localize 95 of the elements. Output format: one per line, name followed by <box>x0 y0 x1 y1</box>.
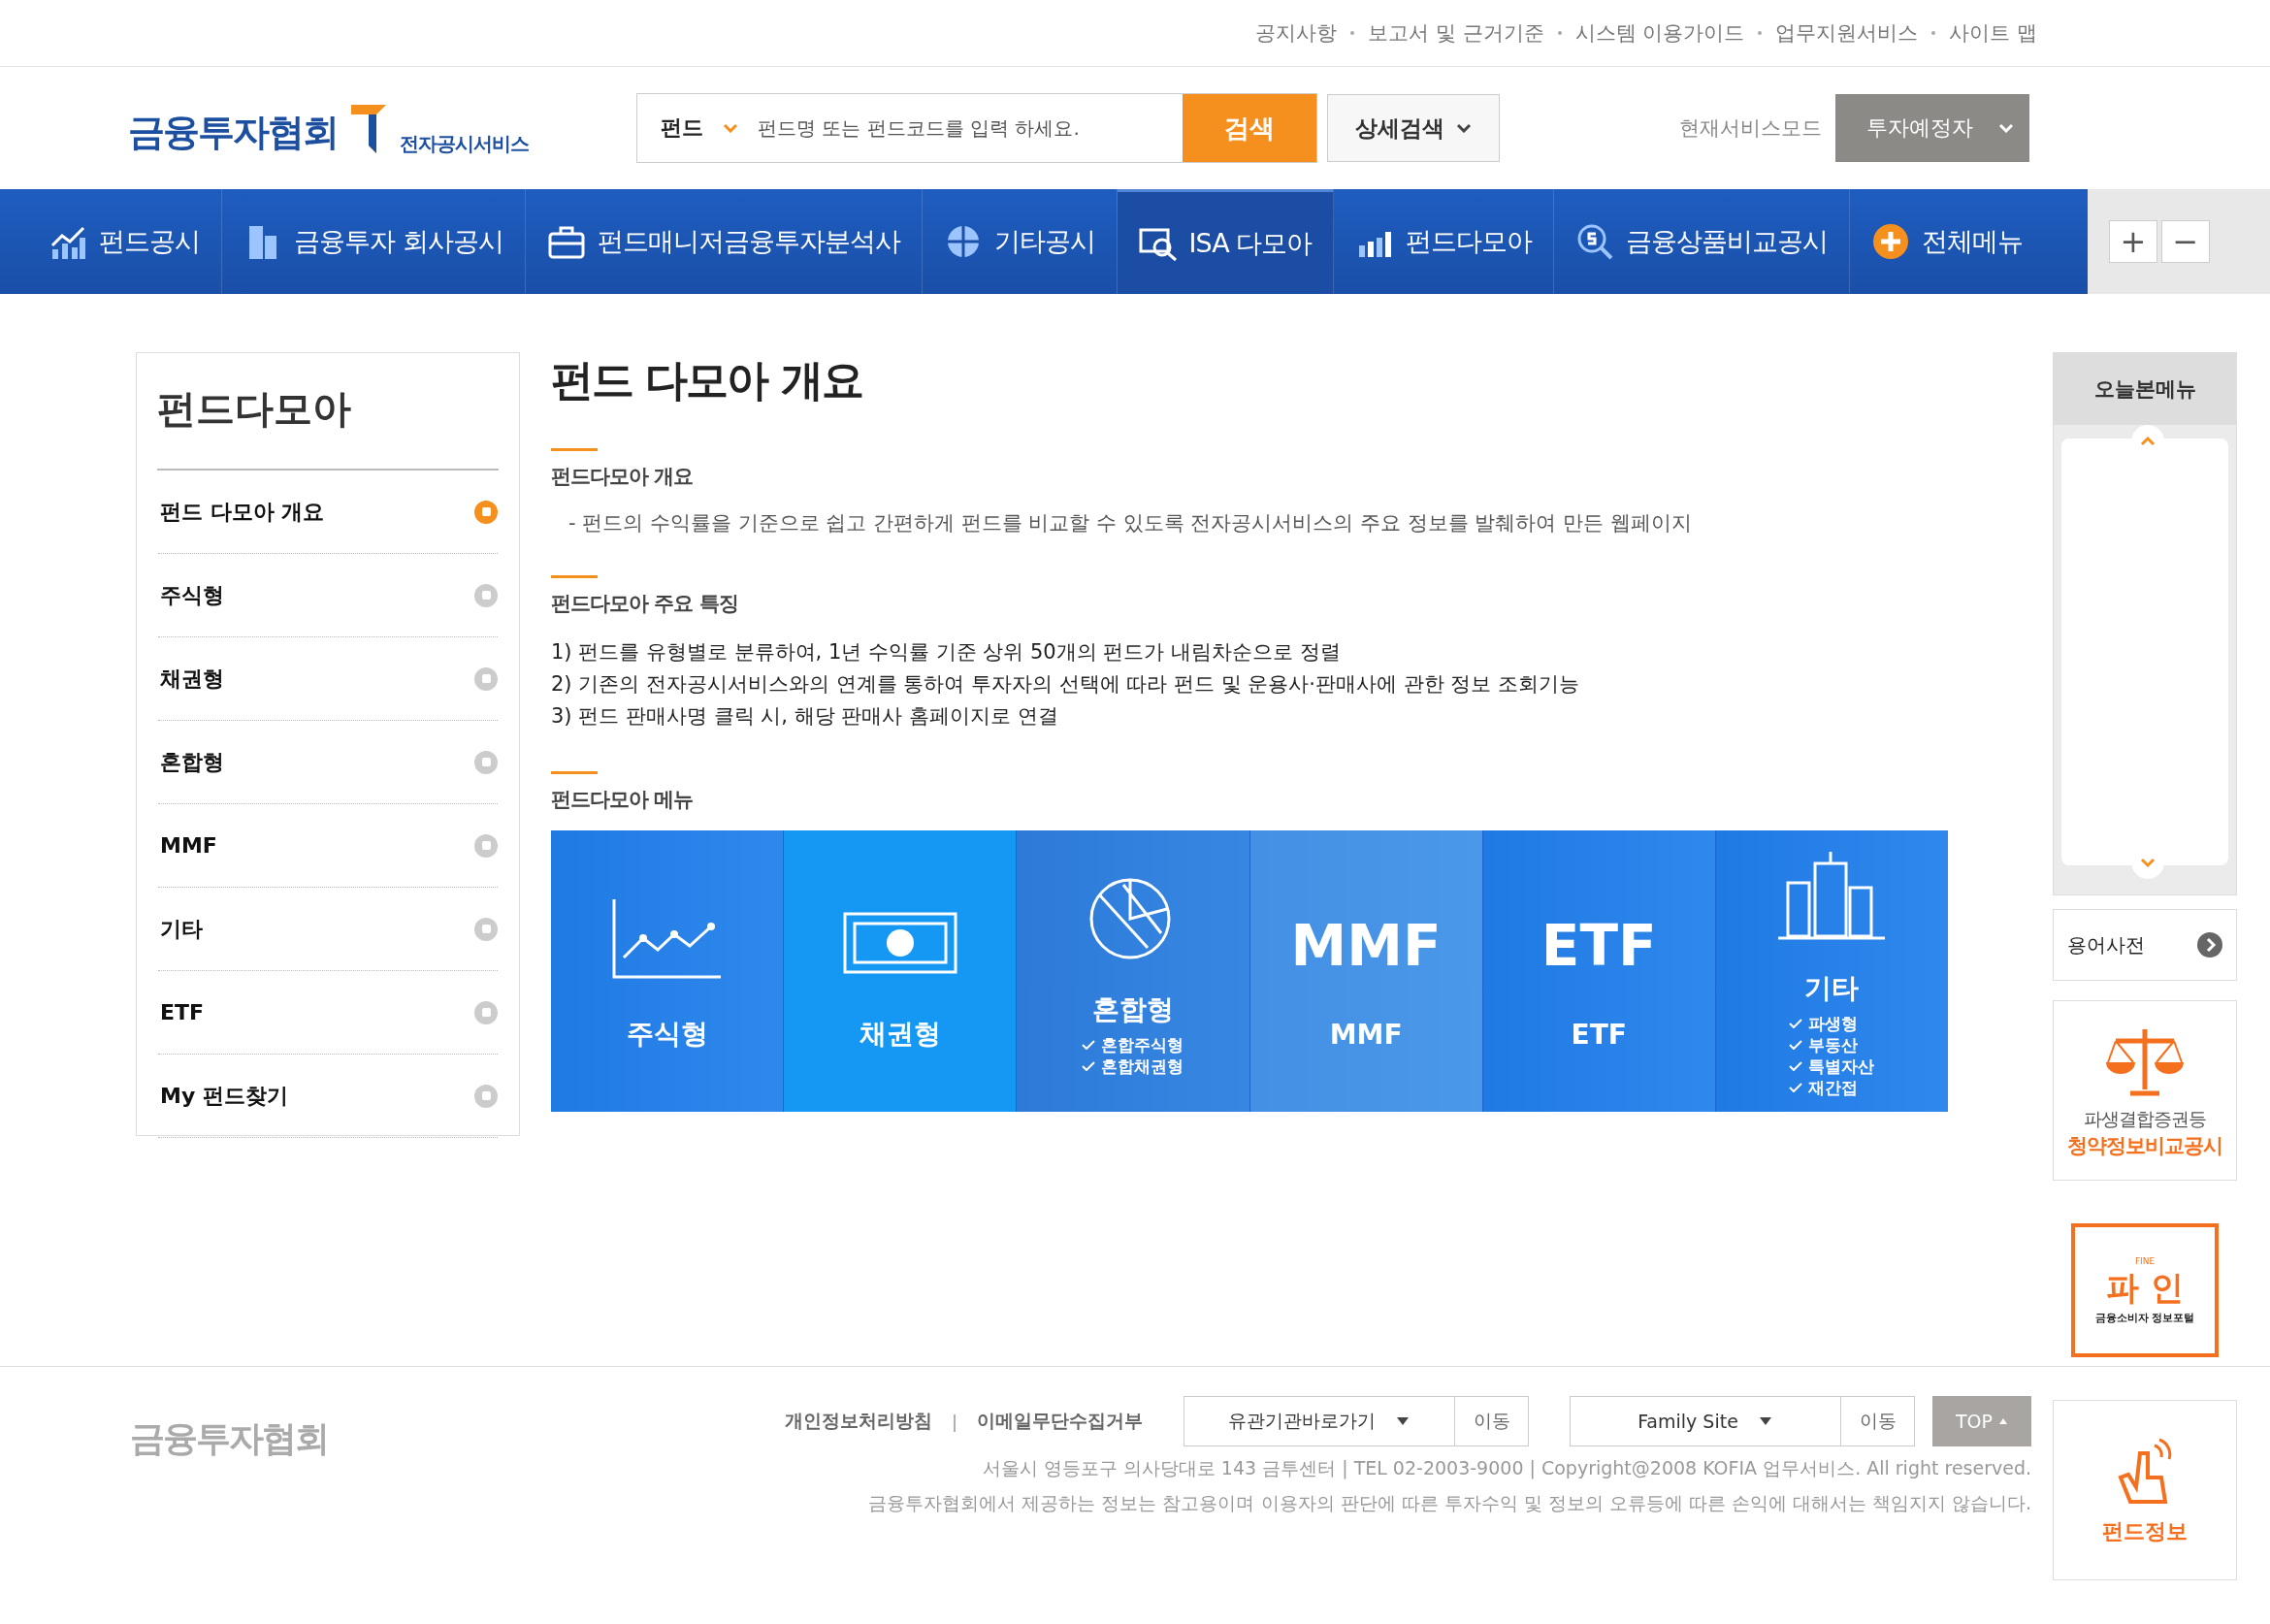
tile-label: 혼합형 <box>1091 992 1174 1027</box>
plus-icon <box>1871 222 1911 261</box>
sub-item-text: 혼합채권형 <box>1101 1056 1184 1077</box>
section-heading: 펀드다모아 주요 특징 <box>551 591 739 617</box>
nav-tab[interactable]: 펀드공시 <box>27 189 222 294</box>
sidebar-item[interactable]: My 펀드찾기 <box>158 1055 498 1138</box>
tile-heading: MMF <box>1290 911 1442 981</box>
banner-title: 청약정보비교공시 <box>2067 1133 2222 1159</box>
separator-dot <box>1350 31 1355 35</box>
category-select[interactable]: 펀드 <box>661 114 703 143</box>
dropdown-arrow-icon <box>1395 1416 1411 1426</box>
section-heading: 펀드다모아 메뉴 <box>551 787 695 813</box>
zoom-out-button[interactable]: − <box>2161 220 2210 263</box>
description-text: - 펀드의 수익률을 기준으로 쉽고 간편하게 펀드를 비교할 수 있도록 전자공시서비스의 주요 정보를 발췌하여 만든 웹페이지 <box>568 510 1693 536</box>
section-heading: 펀드다모아 개요 <box>551 464 695 490</box>
tile-label: MMF <box>1329 1018 1403 1051</box>
sidebar-item[interactable]: MMF <box>158 804 498 888</box>
page-title: 펀드 다모아 개요 <box>551 354 863 406</box>
sub-item-text: 재간접 <box>1808 1077 1859 1098</box>
sub-item-text: 특별자산 <box>1808 1056 1875 1077</box>
go-button[interactable]: 이동 <box>1841 1396 1915 1446</box>
chevron-right-icon <box>2197 932 2222 958</box>
tile-label: ETF <box>1571 1018 1627 1051</box>
logo-subtitle: 금융소비자 정보포털 <box>2094 1310 2195 1325</box>
feature-text: 1) 펀드를 유형별로 분류하여, 1년 수익률 기준 상위 50개의 펀드가 내림차순으로 정렬 <box>551 639 1342 666</box>
tile-label: 기타 <box>1804 971 1860 1006</box>
nav-tab[interactable]: 기타공시 <box>922 189 1118 294</box>
check-icon <box>1789 1019 1803 1028</box>
sidebar-item[interactable]: ETF <box>158 971 498 1055</box>
dropdown[interactable]: 유관기관바로가기 <box>1184 1396 1455 1446</box>
zoom-in-button[interactable]: + <box>2109 220 2157 263</box>
footer-text: 서울시 영등포구 의사당대로 143 금투센터 | TEL 02-2003-9000 | Copyright@2008 KOFIA 업무서비스. All right reserved. <box>982 1456 2031 1481</box>
menu-tile[interactable]: 기타 파생형 부동산 특별자산 재간접 <box>1715 830 1949 1112</box>
check-icon <box>1789 1040 1803 1050</box>
nav-tab[interactable]: 펀드매니저금융투자분석사 <box>525 189 923 294</box>
mode-label: 현재서비스모드 <box>1679 115 1822 142</box>
sidebar-item[interactable]: 기타 <box>158 888 498 971</box>
nav-tab[interactable]: 펀드다모아 <box>1334 189 1555 294</box>
util-link[interactable]: 사이트 맵 <box>1949 19 2037 47</box>
menu-tile[interactable]: 혼합형 혼합주식형 혼합채권형 <box>1017 830 1250 1112</box>
footer-text: 금융투자협회에서 제공하는 정보는 참고용이며 이용자의 판단에 따른 투자수익 및 정보의 오류등에 따른 손익에 대해서는 책임지지 않습니다. <box>868 1491 2031 1515</box>
logo-text: 파 인 <box>2106 1266 2184 1309</box>
caret-icon <box>1456 123 1472 133</box>
feature-text: 3) 펀드 판매사명 클릭 시, 해당 판매사 홈페이지로 연결 <box>551 703 1059 730</box>
search-field[interactable]: 펀드 펀드명 또는 펀드코드를 입력 하세요. 검색 <box>636 93 1317 163</box>
sub-item-text: 부동산 <box>1808 1034 1859 1056</box>
tile-label: 주식형 <box>626 1017 708 1052</box>
separator: | <box>951 1411 957 1432</box>
logo-text: 금융투자협회 <box>128 110 338 155</box>
nav-tab[interactable]: 전체메뉴 <box>1850 189 2045 294</box>
caret-icon <box>1998 123 2014 133</box>
logo-subtitle: 전자공시서비스 <box>400 131 529 157</box>
recent-menu-title: 오늘본메뉴 <box>2054 353 2236 425</box>
check-icon <box>1082 1040 1096 1050</box>
nav-tab[interactable]: 금융투자 회사공시 <box>222 189 526 294</box>
dropdown-arrow-icon <box>1757 1416 1773 1426</box>
nav-tab[interactable]: ISA 다모아 <box>1117 189 1335 294</box>
glossary-link[interactable]: 용어사전 <box>2053 909 2237 981</box>
check-icon <box>1082 1061 1096 1071</box>
sub-item-text: 혼합주식형 <box>1101 1034 1184 1056</box>
banner[interactable]: FINE 파 인 금융소비자 정보포털 <box>2053 1200 2237 1380</box>
footer-link[interactable]: 이메일무단수집거부 <box>977 1409 1143 1434</box>
separator-dot <box>1557 31 1562 35</box>
dropdown[interactable]: Family Site <box>1570 1396 1841 1446</box>
banner-title: 펀드정보 <box>2102 1518 2188 1545</box>
sidebar-item[interactable]: 채권형 <box>158 637 498 721</box>
footer-logo: 금융투자협회 <box>130 1417 329 1460</box>
util-link[interactable]: 업무지원서비스 <box>1775 19 1919 47</box>
dollar-search-icon <box>1575 222 1615 261</box>
tile-heading: ETF <box>1540 911 1657 981</box>
caret-icon <box>723 123 738 133</box>
check-icon <box>1789 1061 1803 1071</box>
sidebar-item[interactable]: 펀드 다모아 개요 <box>158 471 498 554</box>
logo-caption: FINE <box>2134 1255 2156 1266</box>
sub-item-text: 파생형 <box>1808 1013 1859 1034</box>
feature-text: 2) 기존의 전자공시서비스와의 연계를 통하여 투자자의 선택에 따라 펀드 및 운용사·판매사에 관한 정보 조회기능 <box>551 671 1580 698</box>
banner-text: 파생결합증권등 <box>2084 1107 2206 1131</box>
go-button[interactable]: 이동 <box>1455 1396 1529 1446</box>
separator-dot <box>1758 31 1763 35</box>
banner[interactable]: 파생결합증권등 청약정보비교공시 <box>2053 1000 2237 1181</box>
separator-dot <box>1931 31 1936 35</box>
detail-search-button[interactable]: 상세검색 <box>1327 94 1500 162</box>
sidebar-item[interactable]: 주식형 <box>158 554 498 637</box>
sidebar-item[interactable]: 혼합형 <box>158 721 498 804</box>
util-link[interactable]: 보고서 및 근거기준 <box>1368 19 1544 47</box>
tile-label: 채권형 <box>859 1017 941 1052</box>
nav-tab[interactable]: 금융상품비교공시 <box>1554 189 1851 294</box>
util-link[interactable]: 시스템 이용가이드 <box>1574 19 1745 47</box>
footer-link[interactable]: 개인정보처리방침 <box>784 1409 932 1434</box>
sidebar-title: 펀드다모아 <box>157 353 499 471</box>
check-icon <box>1789 1083 1803 1092</box>
up-caret-icon <box>1998 1417 2008 1425</box>
util-link[interactable]: 공지사항 <box>1255 19 1338 47</box>
menu-tile[interactable]: 주식형 <box>551 830 785 1112</box>
menu-tile[interactable]: ETF ETF <box>1482 830 1716 1112</box>
